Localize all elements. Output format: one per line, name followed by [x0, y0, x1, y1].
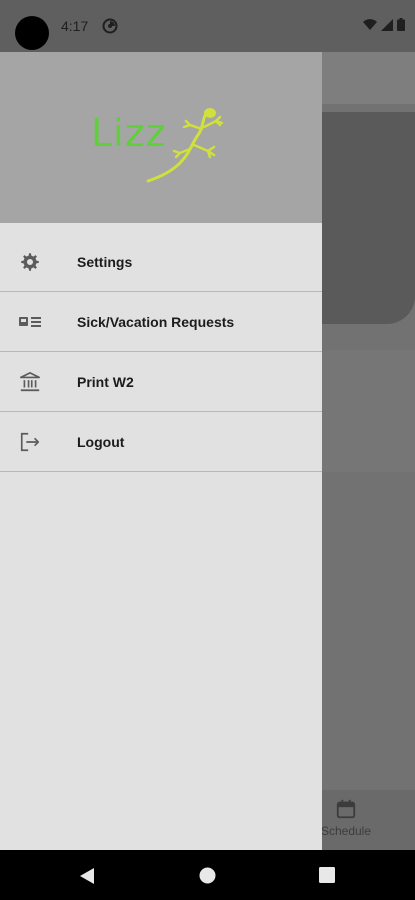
menu-item-label: Settings: [77, 253, 133, 270]
menu-item-print-w2[interactable]: Print W2: [0, 352, 322, 412]
gear-icon: [18, 250, 42, 274]
battery-icon: [397, 18, 405, 31]
signal-icon: [381, 18, 393, 31]
menu-item-logout[interactable]: Logout: [0, 412, 322, 472]
bank-icon: [18, 370, 42, 394]
drawer-menu: Settings Sick/Vacation Requests Print W2…: [0, 232, 322, 472]
id-card-icon: [18, 310, 42, 334]
gecko-icon: [146, 108, 224, 183]
back-button[interactable]: [79, 867, 95, 885]
home-button[interactable]: [199, 867, 216, 884]
app-logo: Lizz: [88, 105, 233, 185]
menu-item-label: Sick/Vacation Requests: [77, 313, 235, 330]
bottom-nav-schedule-label: Schedule: [320, 824, 372, 838]
menu-item-label: Logout: [77, 433, 125, 450]
camera-cutout: [15, 16, 49, 50]
logout-icon: [18, 430, 42, 454]
status-bar: 4:17: [0, 0, 415, 52]
wifi-icon: [363, 18, 377, 30]
system-navigation-bar: [0, 850, 415, 900]
menu-item-sick-vacation-requests[interactable]: Sick/Vacation Requests: [0, 292, 322, 352]
screen: Schedule 4:17 Lizz Settings Sick/Vacatio…: [0, 0, 415, 900]
menu-item-label: Print W2: [77, 373, 134, 390]
app-notification-icon: [102, 18, 118, 34]
background-tile: [322, 350, 415, 472]
status-clock: 4:17: [61, 18, 89, 34]
status-icons: [363, 18, 405, 31]
calendar-icon: [336, 799, 356, 819]
recents-button[interactable]: [319, 867, 335, 883]
bottom-nav-schedule[interactable]: Schedule: [318, 798, 374, 838]
navigation-drawer: Lizz Settings Sick/Vacation Requests Pri…: [0, 0, 322, 850]
menu-item-settings[interactable]: Settings: [0, 232, 322, 292]
